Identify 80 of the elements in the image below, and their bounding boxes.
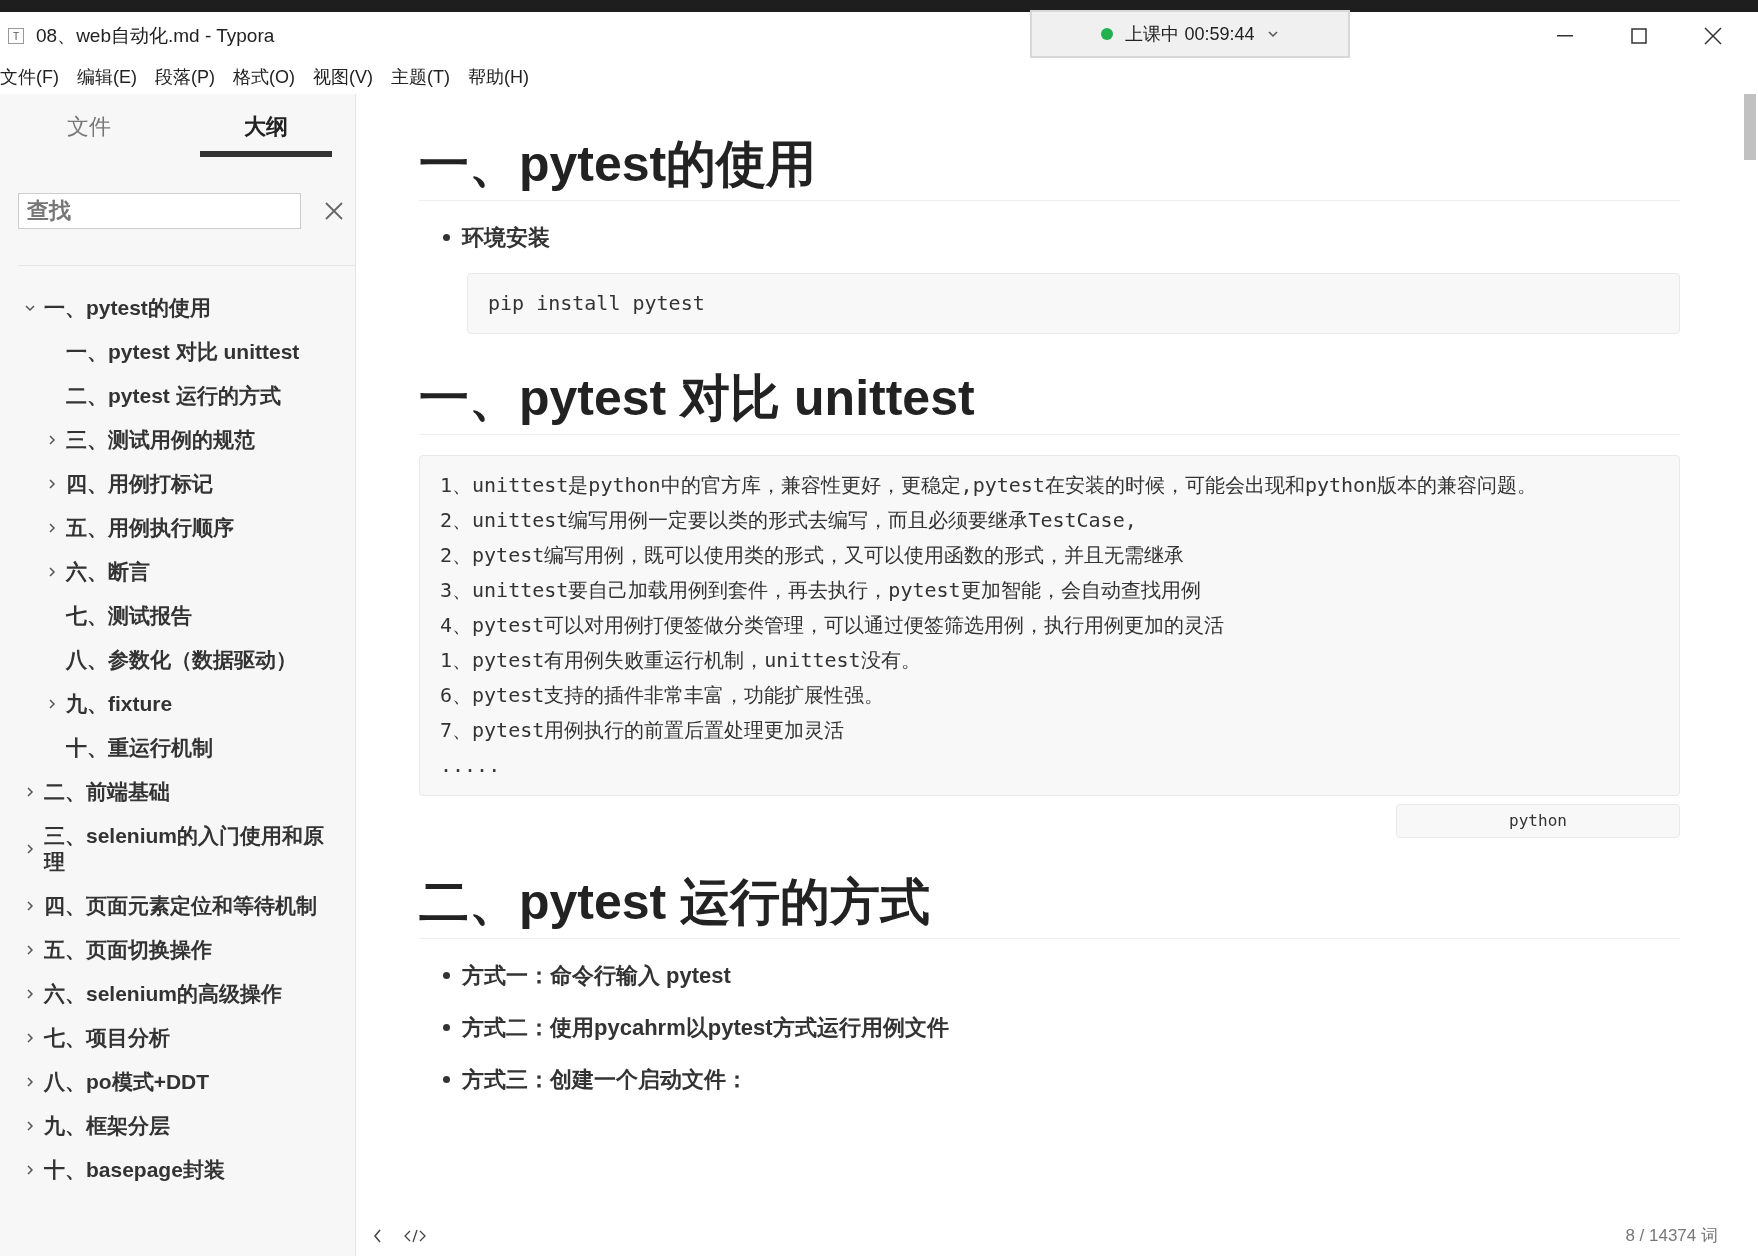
outline-item[interactable]: 十、重运行机制 bbox=[66, 735, 213, 761]
outline-item[interactable]: 十、basepage封装 bbox=[44, 1157, 225, 1183]
chevron-right-icon[interactable] bbox=[24, 1120, 36, 1132]
word-count[interactable]: 8 / 14374 词 bbox=[1625, 1223, 1718, 1249]
chevron-right-icon[interactable] bbox=[24, 900, 36, 912]
outline-item[interactable]: 五、页面切换操作 bbox=[44, 937, 212, 963]
code-line: 1、unittest是python中的官方库，兼容性更好，更稳定,pytest在安装的时候，可能会出现和python版本的兼容问题。 bbox=[440, 472, 1539, 499]
bullet-icon bbox=[443, 1076, 450, 1083]
bullet-icon bbox=[443, 234, 450, 241]
menu-item[interactable]: 段落(P) bbox=[155, 63, 215, 91]
outline-item[interactable]: 七、项目分析 bbox=[44, 1025, 170, 1051]
chevron-right-icon[interactable] bbox=[24, 843, 36, 855]
section-heading: 一、pytest的使用 bbox=[419, 135, 818, 194]
search-field[interactable]: 查找 bbox=[18, 193, 301, 229]
outline-item[interactable]: 二、pytest 运行的方式 bbox=[66, 383, 281, 409]
source-code-icon[interactable] bbox=[404, 1229, 426, 1243]
code-line: 3、unittest要自己加载用例到套件，再去执行，pytest更加智能，会自动查找用例 bbox=[440, 577, 1202, 604]
minimize-icon bbox=[1557, 35, 1573, 37]
sidebar-tab[interactable]: 文件 bbox=[22, 110, 155, 157]
chevron-down-icon[interactable] bbox=[24, 302, 36, 314]
close-icon[interactable] bbox=[325, 202, 343, 220]
chevron-right-icon[interactable] bbox=[24, 1076, 36, 1088]
chevron-right-icon[interactable] bbox=[46, 566, 58, 578]
menu-item[interactable]: 主题(T) bbox=[391, 63, 450, 91]
recording-indicator[interactable]: 上课中 00:59:44 bbox=[1030, 10, 1350, 58]
chevron-right-icon[interactable] bbox=[46, 434, 58, 446]
code-line: 2、unittest编写用例一定要以类的形式去编写，而且必须要继承TestCase, bbox=[440, 507, 1138, 534]
outline-item[interactable]: 五、用例执行顺序 bbox=[66, 515, 234, 541]
bullet-icon bbox=[443, 972, 450, 979]
chevron-right-icon[interactable] bbox=[24, 1032, 36, 1044]
code-line: 7、pytest用例执行的前置后置处理更加灵活 bbox=[440, 717, 846, 744]
code-line: 4、pytest可以对用例打便签做分类管理，可以通过便签筛选用例，执行用例更加的灵活 bbox=[440, 612, 1226, 639]
chevron-right-icon[interactable] bbox=[24, 786, 36, 798]
outline-item[interactable]: 九、fixture bbox=[66, 691, 173, 717]
menu-item[interactable]: 格式(O) bbox=[233, 63, 295, 91]
menu-item[interactable]: 文件(F) bbox=[0, 63, 59, 91]
menu-item[interactable]: 视图(V) bbox=[313, 63, 373, 91]
outline-item[interactable]: 六、selenium的高级操作 bbox=[44, 981, 283, 1007]
chevron-right-icon[interactable] bbox=[24, 1164, 36, 1176]
outline-item[interactable]: 四、页面元素定位和等待机制 bbox=[44, 893, 317, 919]
code-line: pip install pytest bbox=[488, 290, 706, 317]
outline-item[interactable]: 三、selenium的入门使用和原理 bbox=[44, 823, 343, 875]
chevron-down-icon bbox=[1266, 28, 1279, 40]
chevron-right-icon[interactable] bbox=[46, 478, 58, 490]
outline-item[interactable]: 一、pytest的使用 bbox=[44, 295, 211, 321]
section-heading: 一、pytest 对比 unittest bbox=[419, 369, 976, 428]
outline-item[interactable]: 四、用例打标记 bbox=[66, 471, 213, 497]
sidebar-tab[interactable]: 大纲 bbox=[200, 110, 333, 157]
chevron-right-icon[interactable] bbox=[46, 522, 58, 534]
chevron-left-icon[interactable] bbox=[372, 1229, 384, 1243]
close-icon bbox=[1704, 27, 1722, 45]
language-label[interactable]: python bbox=[1396, 804, 1680, 838]
menu-item[interactable]: 编辑(E) bbox=[77, 63, 137, 91]
code-line: ..... bbox=[440, 752, 502, 779]
outline-item[interactable]: 九、框架分层 bbox=[44, 1113, 170, 1139]
code-line: 1、pytest有用例失败重运行机制，unittest没有。 bbox=[440, 647, 922, 674]
outline-item[interactable]: 三、测试用例的规范 bbox=[66, 427, 255, 453]
window-title: 08、web自动化.md - Typora bbox=[36, 23, 275, 48]
code-line: 2、pytest编写用例，既可以使用类的形式，又可以使用函数的形式，并且无需继承 bbox=[440, 542, 1186, 569]
code-line: 6、pytest支持的插件非常丰富，功能扩展性强。 bbox=[440, 682, 886, 709]
maximize-icon bbox=[1631, 28, 1647, 44]
menu-item[interactable]: 帮助(H) bbox=[467, 63, 529, 91]
chevron-right-icon[interactable] bbox=[24, 988, 36, 1000]
list-item: 环境安装 bbox=[462, 224, 550, 252]
app-icon: T bbox=[8, 28, 24, 44]
bullet-icon bbox=[443, 1024, 450, 1031]
chevron-right-icon[interactable] bbox=[46, 698, 58, 710]
recording-status: 上课中 00:59:44 bbox=[1125, 22, 1255, 46]
outline-item[interactable]: 六、断言 bbox=[66, 559, 150, 585]
outline-item[interactable]: 八、po模式+DDT bbox=[44, 1069, 210, 1095]
scrollbar[interactable] bbox=[1744, 94, 1756, 160]
outline-item[interactable]: 七、测试报告 bbox=[66, 603, 192, 629]
outline-item[interactable]: 二、前端基础 bbox=[44, 779, 170, 805]
list-item: 方式一：命令行输入 pytest bbox=[462, 962, 731, 990]
section-heading: 二、pytest 运行的方式 bbox=[419, 873, 932, 932]
list-item: 方式三：创建一个启动文件： bbox=[462, 1066, 748, 1094]
outline-item[interactable]: 八、参数化（数据驱动） bbox=[66, 647, 297, 673]
list-item: 方式二：使用pycahrm以pytest方式运行用例文件 bbox=[462, 1014, 949, 1042]
chevron-right-icon[interactable] bbox=[24, 944, 36, 956]
outline-item[interactable]: 一、pytest 对比 unittest bbox=[66, 339, 300, 365]
